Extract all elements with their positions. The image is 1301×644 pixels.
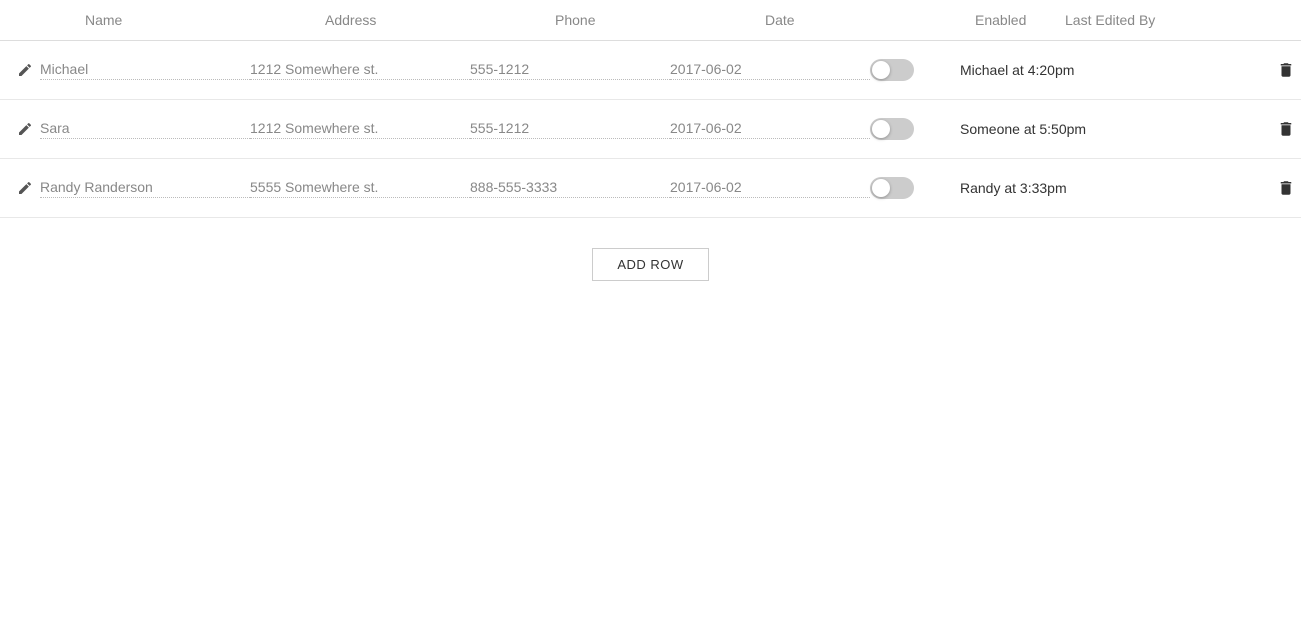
- delete-button-row1[interactable]: [1271, 61, 1301, 79]
- table-row: Randy Randerson 5555 Somewhere st. 888-5…: [0, 159, 1301, 218]
- cell-address-row1: 1212 Somewhere st.: [250, 61, 470, 80]
- header-date: Date: [765, 12, 975, 28]
- table-row: Michael 1212 Somewhere st. 555-1212 2017…: [0, 41, 1301, 100]
- cell-last-edited-row2: Someone at 5:50pm: [960, 121, 1271, 137]
- header-enabled: Enabled: [975, 12, 1065, 28]
- cell-enabled-row1[interactable]: [870, 59, 960, 81]
- cell-name-row3: Randy Randerson: [40, 179, 250, 198]
- cell-last-edited-row1: Michael at 4:20pm: [960, 62, 1271, 78]
- table-row: Sara 1212 Somewhere st. 555-1212 2017-06…: [0, 100, 1301, 159]
- add-row-container: ADD ROW: [0, 218, 1301, 311]
- cell-date-row1: 2017-06-02: [670, 61, 870, 80]
- edit-icon-row3[interactable]: [10, 180, 40, 196]
- toggle-row3[interactable]: [870, 177, 914, 199]
- cell-enabled-row3[interactable]: [870, 177, 960, 199]
- delete-button-row2[interactable]: [1271, 120, 1301, 138]
- header-name: Name: [85, 12, 325, 28]
- edit-icon-row1[interactable]: [10, 62, 40, 78]
- data-table: Name Address Phone Date Enabled Last Edi…: [0, 0, 1301, 644]
- cell-name-row1: Michael: [40, 61, 250, 80]
- cell-phone-row3: 888-555-3333: [470, 179, 670, 198]
- cell-phone-row2: 555-1212: [470, 120, 670, 139]
- cell-last-edited-row3: Randy at 3:33pm: [960, 180, 1271, 196]
- cell-address-row3: 5555 Somewhere st.: [250, 179, 470, 198]
- header-address: Address: [325, 12, 555, 28]
- cell-phone-row1: 555-1212: [470, 61, 670, 80]
- cell-date-row2: 2017-06-02: [670, 120, 870, 139]
- table-header: Name Address Phone Date Enabled Last Edi…: [0, 0, 1301, 41]
- header-phone: Phone: [555, 12, 765, 28]
- toggle-row2[interactable]: [870, 118, 914, 140]
- cell-name-row2: Sara: [40, 120, 250, 139]
- header-last-edited: Last Edited By: [1065, 12, 1301, 28]
- toggle-row1[interactable]: [870, 59, 914, 81]
- cell-address-row2: 1212 Somewhere st.: [250, 120, 470, 139]
- cell-date-row3: 2017-06-02: [670, 179, 870, 198]
- cell-enabled-row2[interactable]: [870, 118, 960, 140]
- add-row-button[interactable]: ADD ROW: [592, 248, 708, 281]
- delete-button-row3[interactable]: [1271, 179, 1301, 197]
- edit-icon-row2[interactable]: [10, 121, 40, 137]
